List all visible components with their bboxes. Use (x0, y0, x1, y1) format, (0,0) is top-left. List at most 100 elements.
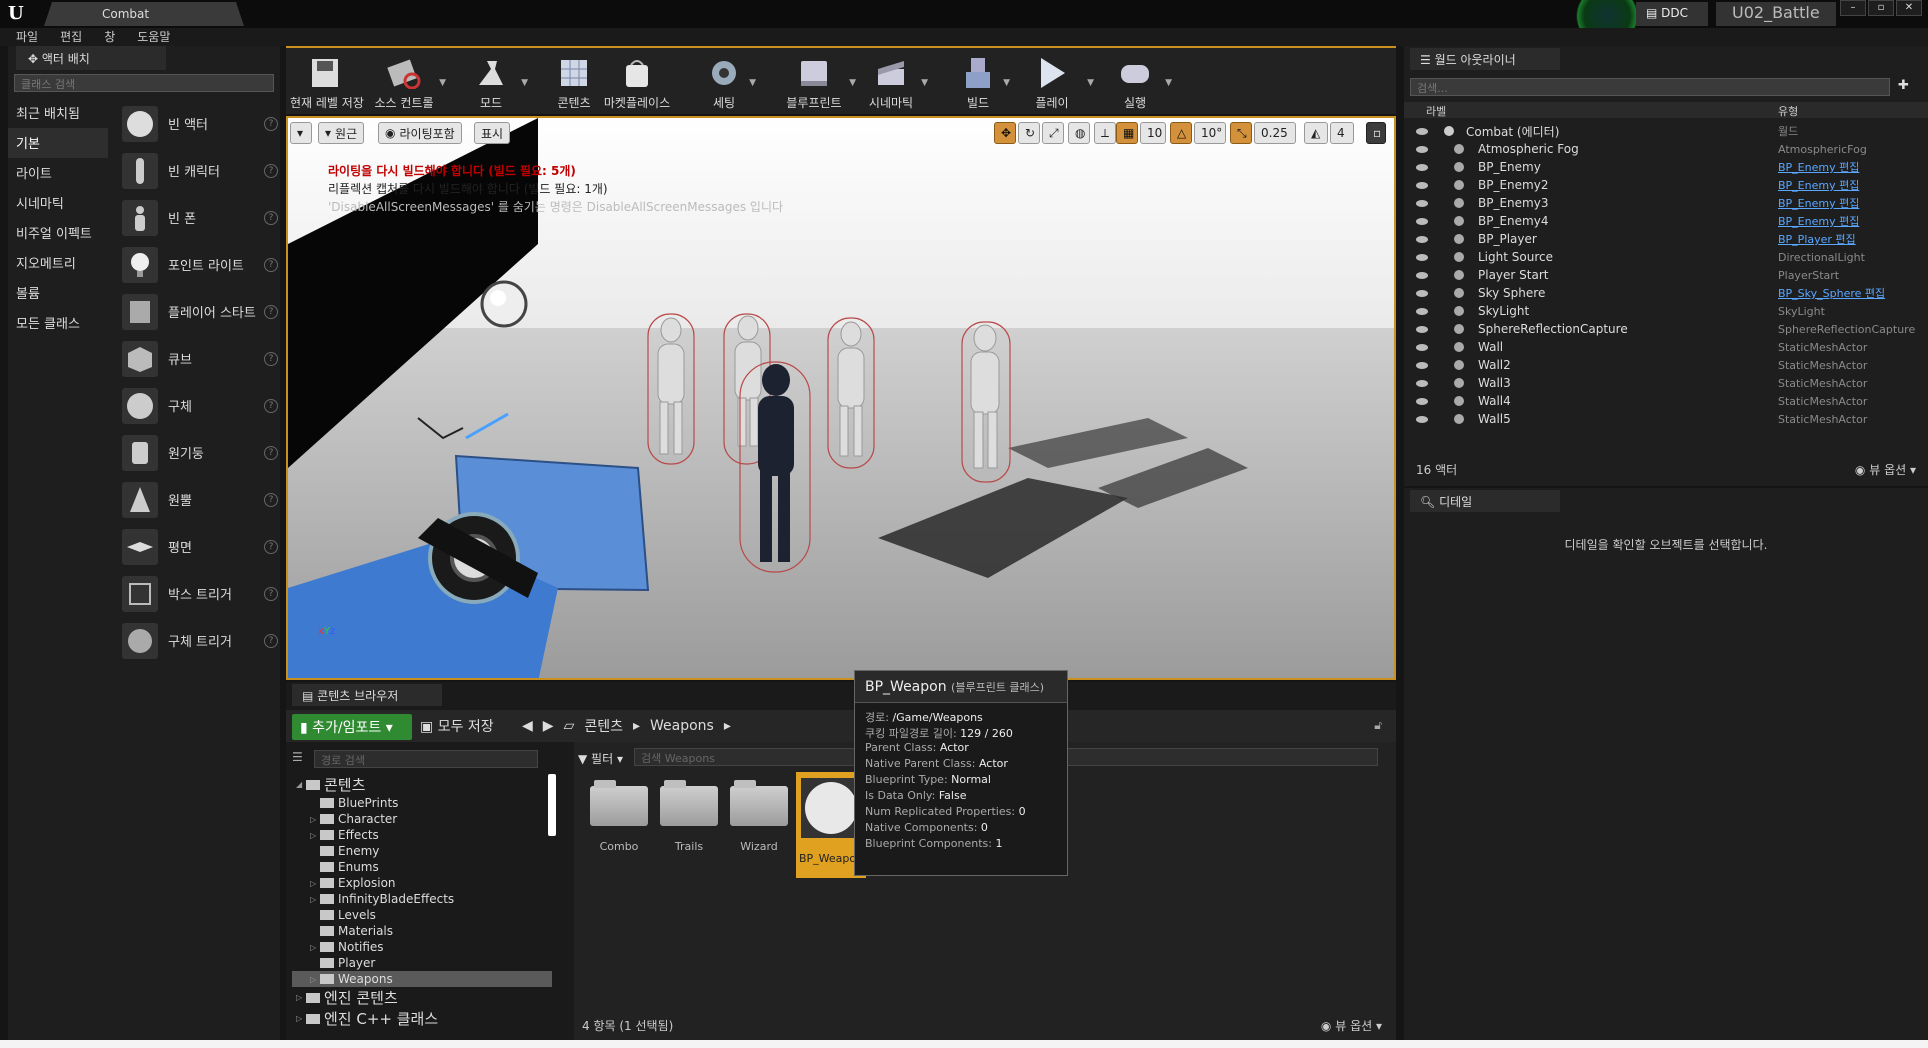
category-basic[interactable]: 기본 (8, 128, 108, 158)
place-item-box-trigger[interactable]: 박스 트리거? (116, 570, 280, 617)
visibility-eye-icon[interactable] (1416, 217, 1428, 225)
edit-blueprint-link[interactable]: BP_Sky_Sphere 편집 (1778, 285, 1885, 301)
path-search-input[interactable]: 경로 검색 (314, 750, 538, 768)
blueprints-button[interactable]: 블루프린트 ▼ (784, 54, 856, 111)
visibility-eye-icon[interactable] (1416, 325, 1428, 333)
visibility-eye-icon[interactable] (1416, 145, 1428, 153)
tree-arrow-icon[interactable]: ▷ (310, 831, 320, 840)
outliner-row[interactable]: Player Start PlayerStart (1404, 266, 1928, 284)
category-recent[interactable]: 최근 배치됨 (8, 98, 108, 128)
column-type[interactable]: 유형 (1778, 103, 1798, 119)
edit-blueprint-link[interactable]: BP_Enemy 편집 (1778, 195, 1859, 211)
modes-button[interactable]: 모드 ▼ (466, 54, 528, 111)
outliner-row[interactable]: BP_Enemy4 BP_Enemy 편집 (1404, 212, 1928, 230)
source-control-button[interactable]: 소스 컨트롤 ▼ (374, 54, 446, 111)
folder-tree-item[interactable]: BluePrints (292, 795, 552, 811)
menu-edit[interactable]: 편집 (60, 28, 82, 46)
outliner-row[interactable]: Wall StaticMeshActor (1404, 338, 1928, 356)
visibility-eye-icon[interactable] (1416, 271, 1428, 279)
close-button[interactable]: ✕ (1896, 0, 1922, 16)
rotation-snap-button[interactable]: 10° (1194, 122, 1226, 144)
tree-arrow-icon[interactable]: ▷ (310, 815, 320, 824)
marketplace-button[interactable]: 마켓플레이스 (602, 54, 672, 111)
help-icon[interactable]: ? (264, 633, 278, 648)
filter-button[interactable]: ▼ 필터 ▾ (578, 750, 623, 767)
back-icon[interactable]: ◀ (522, 718, 533, 734)
visibility-eye-icon[interactable] (1416, 397, 1428, 405)
content-button[interactable]: 콘텐츠 (554, 54, 594, 111)
visibility-eye-icon[interactable] (1416, 415, 1428, 423)
edit-blueprint-link[interactable]: BP_Enemy 편집 (1778, 177, 1859, 193)
help-icon[interactable]: ? (264, 586, 278, 601)
visibility-eye-icon[interactable] (1416, 181, 1428, 189)
category-cinematic[interactable]: 시네마틱 (8, 188, 108, 218)
scale-snap-icon[interactable]: ⤡ (1230, 122, 1252, 144)
folder-tree-item[interactable]: Levels (292, 907, 552, 923)
asset-folder-wizard[interactable]: Wizard (724, 776, 794, 853)
edit-blueprint-link[interactable]: BP_Enemy 편집 (1778, 213, 1859, 229)
outliner-row[interactable]: Light Source DirectionalLight (1404, 248, 1928, 266)
lit-mode-button[interactable]: ◉ 라이팅포함 (378, 122, 462, 144)
folder-tree-item[interactable]: ▷ Character (292, 811, 552, 827)
place-item-empty-actor[interactable]: 빈 액터? (116, 100, 280, 147)
minimize-button[interactable]: – (1840, 0, 1866, 16)
outliner-row[interactable]: Wall2 StaticMeshActor (1404, 356, 1928, 374)
place-item-cone[interactable]: 원뿔? (116, 476, 280, 523)
ddc-indicator[interactable]: ▤ DDC (1636, 2, 1708, 26)
play-button[interactable]: 플레이 ▼ (1022, 54, 1094, 111)
help-icon[interactable]: ? (264, 351, 278, 366)
visibility-eye-icon[interactable] (1416, 127, 1428, 135)
visibility-eye-icon[interactable] (1416, 343, 1428, 351)
tree-scrollbar[interactable] (548, 774, 556, 836)
help-icon[interactable]: ? (264, 210, 278, 225)
place-item-point-light[interactable]: 포인트 라이트? (116, 241, 280, 288)
edit-blueprint-link[interactable]: BP_Enemy 편집 (1778, 159, 1859, 175)
outliner-row[interactable]: SphereReflectionCapture SphereReflectionC… (1404, 320, 1928, 338)
menu-window[interactable]: 창 (104, 28, 115, 46)
outliner-row[interactable]: BP_Player BP_Player 편집 (1404, 230, 1928, 248)
edit-blueprint-link[interactable]: BP_Player 편집 (1778, 231, 1856, 247)
outliner-row[interactable]: Sky Sphere BP_Sky_Sphere 편집 (1404, 284, 1928, 302)
column-label[interactable]: 라벨 (1426, 103, 1446, 119)
details-tab[interactable]: 🔍︎ 디테일 (1410, 490, 1560, 512)
help-icon[interactable]: ? (264, 539, 278, 554)
tree-arrow-icon[interactable]: ▷ (296, 993, 306, 1002)
help-icon[interactable]: ? (264, 163, 278, 178)
visibility-eye-icon[interactable] (1416, 289, 1428, 297)
content-browser-tab[interactable]: ▤ 콘텐츠 브라우저 (292, 684, 442, 706)
view-options-button[interactable]: ◉ 뷰 옵션 ▾ (1321, 1017, 1382, 1034)
grid-snap-icon[interactable]: ▦ (1116, 122, 1138, 144)
folder-tree-item[interactable]: ▷ InfinityBladeEffects (292, 891, 552, 907)
visibility-eye-icon[interactable] (1416, 235, 1428, 243)
outliner-row[interactable]: Atmospheric Fog AtmosphericFog (1404, 140, 1928, 158)
visibility-eye-icon[interactable] (1416, 307, 1428, 315)
rotation-snap-icon[interactable]: △ (1170, 122, 1192, 144)
outliner-row[interactable]: Wall4 StaticMeshActor (1404, 392, 1928, 410)
tree-arrow-icon[interactable]: ▷ (310, 943, 320, 952)
outliner-row[interactable]: BP_Enemy2 BP_Enemy 편집 (1404, 176, 1928, 194)
folder-tree-item[interactable]: ▷ 엔진 C++ 클래스 (292, 1008, 552, 1029)
asset-folder-combo[interactable]: Combo (584, 776, 654, 853)
category-volumes[interactable]: 볼륨 (8, 278, 108, 308)
outliner-search-input[interactable]: 검색... (1410, 78, 1890, 96)
folder-tree-item[interactable]: Enemy (292, 843, 552, 859)
breadcrumb-root[interactable]: 콘텐츠 (584, 716, 623, 736)
world-outliner-tab[interactable]: ☰ 월드 아웃라이너 (1410, 48, 1560, 70)
visibility-eye-icon[interactable] (1416, 163, 1428, 171)
visibility-eye-icon[interactable] (1416, 379, 1428, 387)
help-icon[interactable]: ? (264, 304, 278, 319)
lock-icon[interactable]: 🔓︎ (1374, 718, 1382, 733)
folder-tree-item[interactable]: Materials (292, 923, 552, 939)
add-import-button[interactable]: ▮ 추가/임포트 ▾ (292, 714, 412, 740)
visibility-eye-icon[interactable] (1416, 361, 1428, 369)
folder-tree-item[interactable]: Player (292, 955, 552, 971)
outliner-view-options-button[interactable]: ◉ 뷰 옵션 ▾ (1855, 461, 1916, 478)
level-tab[interactable]: Combat (44, 2, 244, 26)
outliner-row[interactable]: BP_Enemy BP_Enemy 편집 (1404, 158, 1928, 176)
camera-speed-icon[interactable]: ◭ (1304, 122, 1328, 144)
folder-tree-item[interactable]: ▷ Explosion (292, 875, 552, 891)
translate-tool-icon[interactable]: ✥ (994, 122, 1016, 144)
rotate-tool-icon[interactable]: ↻ (1018, 122, 1040, 144)
launch-button[interactable]: 실행 ▼ (1110, 54, 1172, 111)
tree-arrow-icon[interactable]: ▷ (310, 975, 320, 984)
